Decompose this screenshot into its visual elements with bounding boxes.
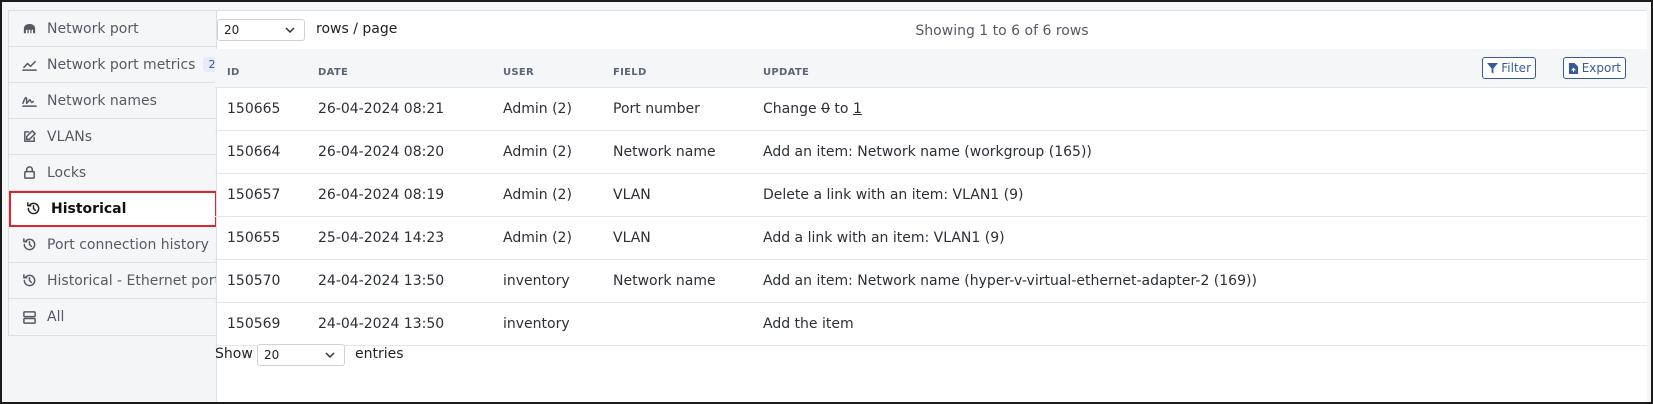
cell-field: Network name	[613, 144, 716, 160]
table-row[interactable]: 150657 26-04-2024 08:19 Admin (2) VLAN D…	[215, 174, 1647, 217]
file-export-icon	[1568, 62, 1578, 74]
sidebar-item-historical-ethernet-port[interactable]: Historical - Ethernet port	[9, 263, 220, 299]
sidebar-item-network-port-metrics[interactable]: Network port metrics 2	[9, 47, 221, 83]
cell-date: 24-04-2024 13:50	[318, 273, 445, 289]
network-port-icon	[21, 21, 37, 37]
cell-user: Admin (2)	[503, 101, 572, 117]
cell-id: 150655	[227, 230, 281, 246]
column-header-id[interactable]: ID	[227, 67, 240, 78]
sidebar: Network port Network port metrics 2 Netw…	[8, 10, 221, 336]
cell-update: Add the item	[763, 316, 854, 332]
cell-update: Delete a link with an item: VLAN1 (9)	[763, 187, 1024, 203]
sidebar-item-label: VLANs	[47, 128, 93, 145]
filter-button[interactable]: Filter	[1482, 57, 1536, 79]
cell-date: 26-04-2024 08:19	[318, 187, 445, 203]
sidebar-item-vlans[interactable]: VLANs	[9, 119, 217, 155]
edit-icon	[21, 129, 37, 145]
cell-id: 150665	[227, 101, 281, 117]
export-label: Export	[1581, 61, 1621, 75]
cell-date: 26-04-2024 08:20	[318, 144, 445, 160]
cell-update: Add an item: Network name (hyper-v-virtu…	[763, 273, 1257, 289]
chart-line-icon	[21, 57, 37, 73]
column-header-update[interactable]: UPDATE	[763, 67, 809, 78]
cell-update: Add a link with an item: VLAN1 (9)	[763, 230, 1005, 246]
main-panel: 20 rows / page Showing 1 to 6 of 6 rows …	[215, 10, 1647, 402]
history-icon	[21, 237, 37, 253]
cell-user: inventory	[503, 316, 570, 332]
sidebar-item-label: Historical	[51, 200, 127, 217]
app-frame: Network port Network port metrics 2 Netw…	[0, 0, 1653, 404]
sidebar-item-label: Network names	[47, 92, 157, 109]
select-value: 20	[264, 348, 280, 362]
sidebar-item-historical[interactable]: Historical	[9, 191, 217, 227]
cell-date: 25-04-2024 14:23	[318, 230, 445, 246]
sidebar-item-locks[interactable]: Locks	[9, 155, 217, 191]
cell-id: 150664	[227, 144, 281, 160]
column-header-field[interactable]: FIELD	[613, 67, 647, 78]
table-row[interactable]: 150569 24-04-2024 13:50 inventory Add th…	[215, 303, 1647, 346]
filter-label: Filter	[1501, 61, 1531, 75]
lock-icon	[21, 165, 37, 181]
sidebar-item-label: Historical - Ethernet port	[47, 272, 220, 289]
cell-user: Admin (2)	[503, 230, 572, 246]
column-header-date[interactable]: DATE	[318, 67, 348, 78]
cell-id: 150570	[227, 273, 281, 289]
cell-field: Network name	[613, 273, 716, 289]
cell-id: 150657	[227, 187, 281, 203]
sidebar-item-label: Port connection history	[47, 236, 209, 253]
stack-icon	[21, 309, 37, 325]
old-value: 0	[821, 101, 830, 117]
sidebar-item-label: All	[47, 309, 65, 325]
history-icon	[21, 273, 37, 289]
table-row[interactable]: 150665 26-04-2024 08:21 Admin (2) Port n…	[215, 88, 1647, 131]
history-icon	[25, 201, 41, 217]
cell-date: 26-04-2024 08:21	[318, 101, 445, 117]
entries-select[interactable]: 20	[257, 344, 345, 366]
cell-update: Change 0 to 1	[763, 101, 862, 117]
cell-user: Admin (2)	[503, 144, 572, 160]
cell-date: 24-04-2024 13:50	[318, 316, 445, 332]
cell-field: Port number	[613, 101, 700, 117]
export-button[interactable]: Export	[1562, 57, 1626, 79]
table-row[interactable]: 150655 25-04-2024 14:23 Admin (2) VLAN A…	[215, 217, 1647, 260]
pagination-info: Showing 1 to 6 of 6 rows	[915, 23, 1089, 39]
update-text: to	[829, 101, 853, 117]
update-text: Change	[763, 101, 822, 117]
cell-user: inventory	[503, 273, 570, 289]
table-header: ID DATE USER FIELD UPDATE Filter Export	[215, 49, 1647, 88]
column-header-user[interactable]: USER	[503, 67, 534, 78]
cell-id: 150569	[227, 316, 281, 332]
sidebar-item-network-port[interactable]: Network port	[9, 11, 217, 47]
sidebar-item-port-connection-history[interactable]: Port connection history	[9, 227, 217, 263]
cell-user: Admin (2)	[503, 187, 572, 203]
sidebar-item-network-names[interactable]: Network names	[9, 83, 217, 119]
sidebar-item-all[interactable]: All	[9, 299, 217, 335]
entries-label: entries	[355, 346, 404, 362]
cell-field: VLAN	[613, 187, 651, 203]
table-row[interactable]: 150664 26-04-2024 08:20 Admin (2) Networ…	[215, 131, 1647, 174]
show-label: Show	[215, 346, 253, 362]
new-value: 1	[852, 101, 862, 117]
sidebar-item-label: Network port metrics	[47, 56, 196, 73]
chevron-down-icon	[324, 349, 336, 361]
table-row[interactable]: 150570 24-04-2024 13:50 inventory Networ…	[215, 260, 1647, 303]
cell-update: Add an item: Network name (workgroup (16…	[763, 144, 1092, 160]
filter-icon	[1487, 62, 1499, 74]
cell-field: VLAN	[613, 230, 651, 246]
sidebar-item-label: Network port	[47, 20, 139, 37]
sidebar-item-label: Locks	[47, 164, 87, 181]
signature-icon	[21, 93, 37, 109]
